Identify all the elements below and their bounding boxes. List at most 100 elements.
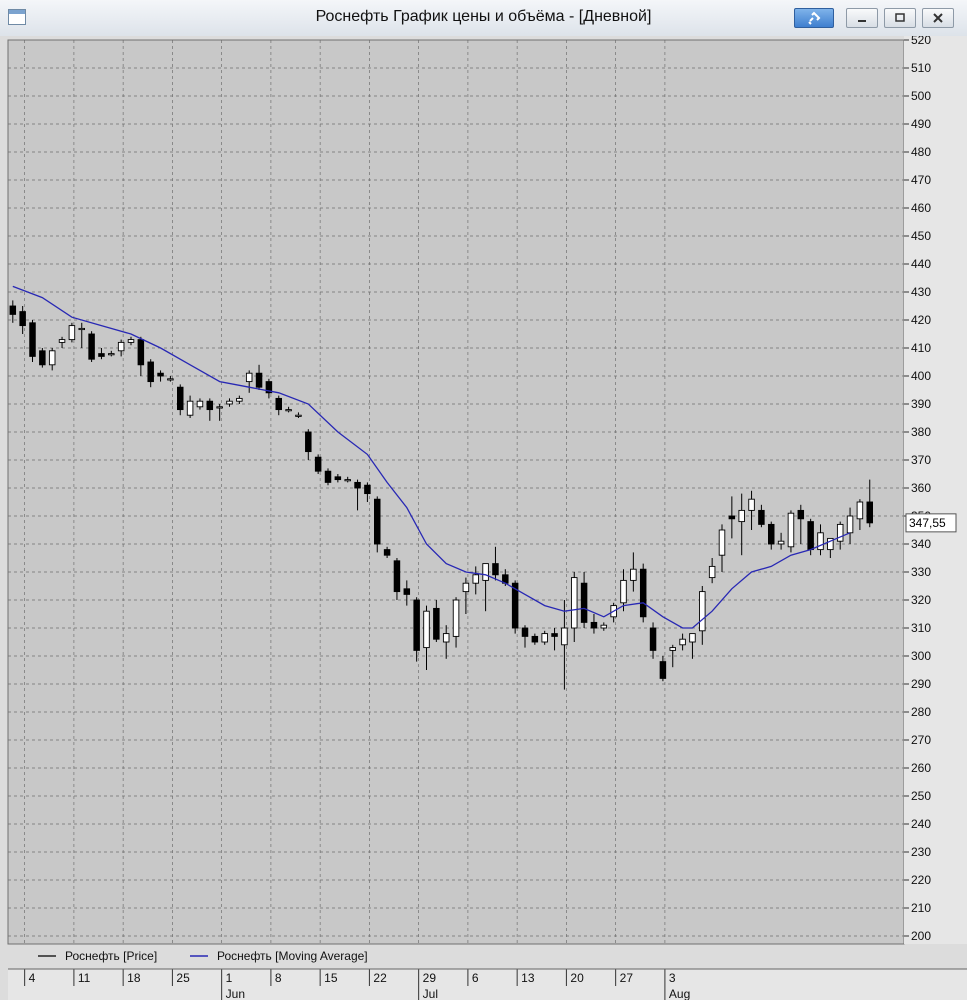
x-tick-label: 20 [570, 971, 584, 985]
candle-body-up [738, 509, 745, 523]
candle-body-up [856, 501, 864, 520]
candle-body-up [669, 647, 677, 651]
x-axis-panel [8, 969, 967, 1000]
y-tick-label: 360 [911, 481, 931, 495]
y-tick-label: 380 [911, 425, 931, 439]
candle-body-down [807, 521, 814, 551]
candle [314, 454, 322, 474]
candle-body-down [19, 311, 26, 327]
y-tick-label: 300 [911, 649, 931, 663]
candle [39, 348, 46, 368]
candle-body-up [787, 512, 795, 548]
y-tick-label: 220 [911, 873, 931, 887]
candle-body-down [255, 372, 263, 388]
candle-body-up [236, 397, 243, 402]
y-tick-label: 520 [911, 36, 931, 47]
y-tick-label: 470 [911, 173, 931, 187]
y-tick-label: 480 [911, 145, 931, 159]
x-tick-label: 11 [78, 971, 91, 985]
candle-body-down [137, 339, 145, 366]
candle-body-down [29, 322, 36, 357]
close-icon [933, 13, 943, 23]
minimize-icon [858, 20, 866, 22]
y-tick-label: 310 [911, 621, 931, 635]
candle-body-down [9, 305, 17, 315]
candle-body-down [393, 560, 401, 593]
y-tick-label: 210 [911, 901, 931, 915]
x-tick-label: 4 [29, 971, 36, 985]
candle-body-up [196, 400, 204, 408]
candle-body-up [748, 498, 755, 511]
x-tick-label: 25 [176, 971, 190, 985]
y-tick-label: 200 [911, 929, 931, 943]
candle-body-up [836, 523, 844, 542]
candle-body-down [639, 568, 647, 618]
candle [29, 320, 36, 362]
candle-body-up [846, 515, 854, 534]
candle-body-down [324, 470, 332, 483]
plot-area [7, 39, 905, 945]
close-button[interactable] [922, 8, 954, 28]
title-bar[interactable]: Роснефть График цены и объёма - [Дневной… [0, 0, 967, 37]
candle-body-down [334, 476, 342, 481]
x-tick-label: 27 [620, 971, 634, 985]
candle-body-down [176, 386, 184, 411]
x-tick-label: 22 [373, 971, 387, 985]
candle-body-down [403, 588, 411, 595]
candle-body-up [245, 372, 253, 383]
minimize-button[interactable] [846, 8, 878, 28]
candle-body-up [186, 400, 194, 416]
maximize-button[interactable] [884, 8, 916, 28]
candle-body-up [226, 400, 233, 405]
price-chart[interactable]: 5205105004904804704604504404304204104003… [0, 36, 967, 1000]
legend-ma-label: Роснефть [Moving Average] [217, 949, 368, 963]
candle-body-down [39, 350, 46, 366]
month-label: Aug [669, 987, 690, 1000]
candle [787, 510, 795, 553]
candle [639, 563, 647, 623]
link-button[interactable] [794, 8, 834, 28]
candle-body-up [442, 633, 450, 643]
y-tick-label: 500 [911, 89, 931, 103]
candle-body-up [708, 565, 716, 579]
x-tick-label: 18 [127, 971, 141, 985]
candle-body-down [551, 633, 558, 637]
last-price-label: 347,55 [909, 516, 946, 530]
candle-body-down [374, 498, 381, 545]
candle-body-down [590, 621, 598, 629]
y-tick-label: 510 [911, 61, 931, 75]
y-tick-label: 290 [911, 677, 931, 691]
y-tick-label: 330 [911, 565, 931, 579]
candle-body-up [344, 479, 351, 482]
candle-body-down [797, 509, 805, 520]
candle-body-up [167, 378, 174, 381]
candle-body-up [777, 540, 785, 545]
candle-body-down [275, 397, 283, 411]
candle-body-up [541, 633, 548, 643]
candle-body-up [68, 325, 76, 341]
candle-body-down [866, 501, 874, 524]
link-icon [808, 11, 821, 25]
candle-body-up [561, 627, 568, 646]
candle-body-up [295, 414, 302, 417]
x-tick-label: 1 [226, 971, 233, 985]
y-tick-label: 250 [911, 789, 931, 803]
candle-body-down [433, 607, 440, 640]
candle-body-up [679, 638, 686, 646]
candle-body-up [482, 563, 489, 581]
candle-body-down [413, 599, 420, 651]
y-tick-label: 420 [911, 313, 931, 327]
y-tick-label: 260 [911, 761, 931, 775]
x-tick-label: 6 [472, 971, 479, 985]
candle-body-up [630, 568, 637, 581]
y-tick-label: 390 [911, 397, 931, 411]
y-tick-label: 430 [911, 285, 931, 299]
candle-body-down [206, 400, 214, 411]
candle-body-up [423, 610, 430, 649]
candle [68, 322, 76, 343]
candle-body-down [88, 333, 95, 360]
y-tick-label: 440 [911, 257, 931, 271]
candle-body-up [472, 574, 480, 584]
candle-body-up [462, 582, 470, 593]
candle-body-down [649, 627, 657, 651]
